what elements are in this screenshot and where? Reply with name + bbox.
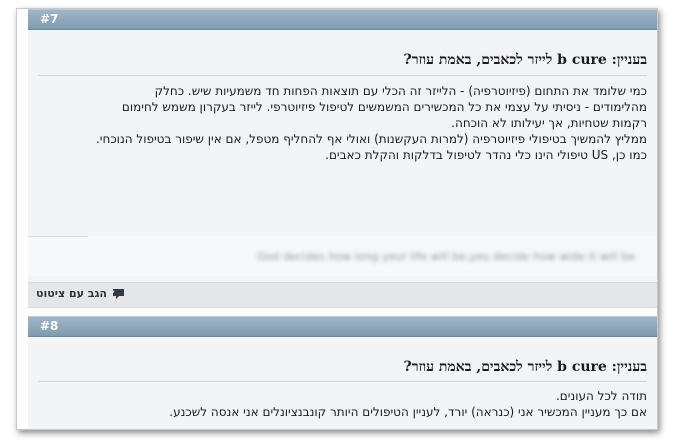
signature-divider <box>28 236 88 237</box>
post-8-line-1: תודה לכל העונים. <box>555 389 647 403</box>
forum-thread: #7 בעניין: b cure לייזר לכאבים, באמת עוז… <box>16 8 658 430</box>
post-7-header: #7 <box>28 9 657 30</box>
post-7-line-5: כמו כן, US טיפולי הינו כלי נהדר לטיפול ב… <box>325 148 647 162</box>
post-8-body: בעניין: b cure לייזר לכאבים, באמת עוזר? … <box>28 337 657 429</box>
quote-icon: “ <box>111 288 125 300</box>
post-8-title-separator <box>38 381 647 382</box>
post-7-footer: “ הגב עם ציטוט <box>28 282 657 308</box>
post-7-signature-area: God decides how long your life will be,y… <box>28 236 657 276</box>
reply-with-quote-button[interactable]: “ הגב עם ציטוט <box>36 287 125 300</box>
post-7-line-3: רקמות שטחיות, אך יעילותו לא הוכחה. <box>451 116 647 130</box>
post-8-header: #8 <box>28 316 657 337</box>
post-7-line-4: ממליץ להמשיך בטיפולי פיזיוטרפיה (למרות ה… <box>95 132 647 146</box>
post-7-signature: God decides how long your life will be,y… <box>257 250 635 263</box>
post-7-line-2: מהלימודים - ניסיתי על עצמי את כל המכשירי… <box>121 100 647 114</box>
post-7-title: בעניין: b cure לייזר לכאבים, באמת עוזר? <box>403 52 647 68</box>
svg-text:“: “ <box>112 290 115 297</box>
post-7-line-1: כמי שלומד את התחום (פיזיוטרפיה) - הלייזר… <box>154 84 647 98</box>
post-7-body: בעניין: b cure לייזר לכאבים, באמת עוזר? … <box>28 30 657 282</box>
post-7-message: כמי שלומד את התחום (פיזיוטרפיה) - הלייזר… <box>47 83 647 163</box>
post-8-message: תודה לכל העונים. אם כך מעניין המכשיר אני… <box>47 388 647 420</box>
post-7-number[interactable]: #7 <box>40 12 58 26</box>
post-8-number[interactable]: #8 <box>40 319 58 333</box>
reply-with-quote-label: הגב עם ציטוט <box>36 287 107 300</box>
left-gutter <box>17 9 28 429</box>
post-7-title-separator <box>38 75 647 76</box>
post-8-line-2: אם כך מעניין המכשיר אני (כנראה) יורד, לע… <box>169 405 647 419</box>
post-8-title: בעניין: b cure לייזר לכאבים, באמת עוזר? <box>403 359 647 375</box>
